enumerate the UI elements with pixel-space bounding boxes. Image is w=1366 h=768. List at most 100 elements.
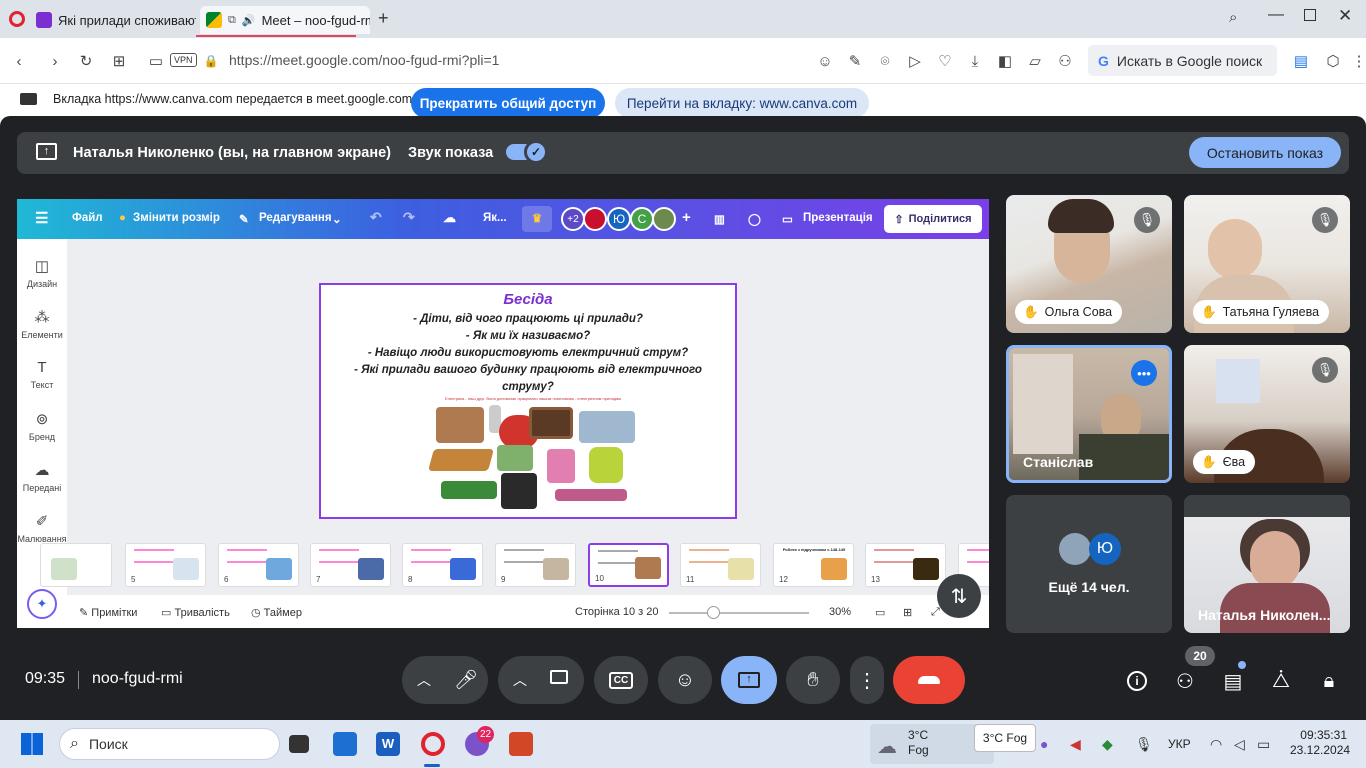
- tab-canva[interactable]: Які прилади споживають: [36, 6, 196, 34]
- chevron-up-icon[interactable]: ︿: [513, 670, 527, 690]
- download-icon[interactable]: ⤓: [964, 50, 986, 72]
- taskbar-search[interactable]: ⌕ Поиск: [59, 728, 280, 760]
- go-to-tab-button[interactable]: Перейти на вкладку: www.canva.com: [615, 88, 869, 118]
- raise-hand-button[interactable]: ✋︎: [786, 656, 840, 704]
- chevron-up-icon[interactable]: ︿: [417, 670, 431, 690]
- magic-button[interactable]: ✦: [27, 589, 57, 619]
- slide-thumbnail[interactable]: 8: [402, 543, 483, 587]
- avatar[interactable]: [652, 207, 676, 231]
- more-participants-tile[interactable]: Ю Ещё 14 чел.: [1006, 495, 1172, 633]
- task-view-icon[interactable]: [289, 735, 309, 753]
- profile-icon[interactable]: ⚇: [1054, 50, 1076, 72]
- avatar-plus-count[interactable]: +2: [561, 207, 585, 231]
- file-menu[interactable]: Файл: [72, 212, 103, 224]
- duration-button[interactable]: ▭ Тривалість: [161, 606, 230, 619]
- opera-logo-icon[interactable]: [9, 11, 25, 27]
- sidebar-icon[interactable]: ◧: [994, 50, 1016, 72]
- sidebar-item-elements[interactable]: ⁂ Елементи: [17, 308, 67, 340]
- pages-view-icon[interactable]: ▭: [875, 606, 885, 619]
- emoji-reactions-button[interactable]: ☺: [658, 656, 712, 704]
- participant-tile[interactable]: 🎙 ✋ Татьяна Гуляева: [1184, 195, 1350, 333]
- extensions-icon[interactable]: ▤: [1290, 50, 1312, 72]
- wallet-icon[interactable]: ▱: [1024, 50, 1046, 72]
- participant-tile[interactable]: 🎙 ✋ Єва: [1184, 345, 1350, 483]
- more-options-button[interactable]: ⋮: [850, 656, 884, 704]
- search-tabs-icon[interactable]: ⌕: [1229, 9, 1237, 26]
- slide-thumbnail[interactable]: 6: [218, 543, 299, 587]
- end-call-button[interactable]: [893, 656, 965, 704]
- stop-presenting-button[interactable]: Остановить показ: [1189, 137, 1341, 168]
- grid-view-icon[interactable]: ⊞: [903, 606, 912, 619]
- reload-icon[interactable]: ↻: [75, 50, 97, 72]
- sidebar-item-uploads[interactable]: ☁ Передані: [17, 461, 67, 493]
- new-tab-button[interactable]: +: [378, 8, 389, 29]
- google-search-box[interactable]: G Искать в Google поиск: [1088, 45, 1277, 76]
- insights-icon[interactable]: ▥: [714, 212, 725, 226]
- participant-tile[interactable]: 🎙 ✋ Ольга Сова: [1006, 195, 1172, 333]
- slide-thumbnail[interactable]: [40, 543, 112, 587]
- crown-button[interactable]: ♛: [522, 206, 552, 232]
- microphone-icon[interactable]: 🎤︎: [454, 668, 478, 692]
- slide-thumbnail[interactable]: 5: [125, 543, 206, 587]
- undo-icon[interactable]: ↶: [370, 209, 382, 226]
- activities-icon[interactable]: ⧊: [1265, 666, 1297, 696]
- host-controls-icon[interactable]: 🔒︎: [1313, 666, 1345, 696]
- redo-icon[interactable]: ↷: [403, 209, 415, 226]
- sidebar-item-draw[interactable]: ✐ Малювання: [17, 512, 67, 544]
- swap-layout-button[interactable]: ⇅: [937, 574, 981, 618]
- avatar-c[interactable]: С: [630, 207, 654, 231]
- edit-icon[interactable]: ✎: [844, 50, 866, 72]
- powerpoint-icon[interactable]: [509, 732, 533, 756]
- url-field[interactable]: https://meet.google.com/noo-fgud-rmi?pli…: [229, 52, 499, 68]
- sidebar-item-text[interactable]: T Текст: [17, 359, 67, 390]
- cube-icon[interactable]: ⬡: [1322, 50, 1344, 72]
- zoom-slider[interactable]: [669, 612, 809, 614]
- speed-dial-icon[interactable]: ⊞: [108, 50, 130, 72]
- minimize-button[interactable]: —: [1268, 6, 1284, 24]
- viber-tray-icon[interactable]: ●: [1040, 736, 1048, 752]
- fullscreen-icon[interactable]: ⤢: [931, 606, 940, 619]
- speaker-icon[interactable]: ◁: [1234, 736, 1245, 753]
- hamburger-icon[interactable]: ☰: [35, 209, 48, 227]
- emoji-icon[interactable]: ☺: [814, 50, 836, 72]
- volume-red-icon[interactable]: ◀: [1070, 736, 1081, 753]
- windows-start-icon[interactable]: [21, 733, 43, 755]
- video-camera-icon[interactable]: [550, 670, 568, 684]
- send-icon[interactable]: ▷: [904, 50, 926, 72]
- stop-sharing-button[interactable]: Прекратить общий доступ: [411, 88, 605, 118]
- zoom-level[interactable]: 30%: [829, 606, 851, 618]
- resize-menu[interactable]: Змінити розмір: [133, 212, 220, 224]
- heart-icon[interactable]: ♡: [934, 50, 956, 72]
- slide-thumbnail-selected[interactable]: 10: [588, 543, 669, 587]
- taskbar-clock[interactable]: 09:35:31 23.12.2024: [1290, 728, 1350, 758]
- snapshot-icon[interactable]: ⌾: [874, 50, 896, 72]
- sidebar-item-design[interactable]: ◫ Дизайн: [17, 257, 67, 289]
- avatar[interactable]: [583, 207, 607, 231]
- cloud-icon[interactable]: ☁: [443, 210, 456, 226]
- vpn-badge[interactable]: VPN: [170, 53, 197, 67]
- avatar-y[interactable]: Ю: [607, 207, 631, 231]
- captions-button[interactable]: CC: [594, 656, 648, 704]
- keyboard-language[interactable]: УКР: [1168, 737, 1191, 751]
- present-now-button[interactable]: ↑: [721, 656, 777, 704]
- comment-icon[interactable]: ◯: [748, 212, 761, 226]
- present-button[interactable]: Презентація: [803, 212, 873, 224]
- tab-meet[interactable]: ⧉ 🔊 Meet – noo-fgud-rmi: [200, 6, 370, 34]
- sidebar-item-brand[interactable]: ⊚ Бренд: [17, 410, 67, 442]
- store-icon[interactable]: [333, 732, 357, 756]
- word-icon[interactable]: W: [376, 732, 400, 756]
- menu-dots-icon[interactable]: ⋮: [1348, 50, 1366, 72]
- doc-title[interactable]: Як...: [483, 212, 507, 224]
- add-person-icon[interactable]: +: [682, 209, 691, 226]
- wifi-icon[interactable]: ◠: [1210, 736, 1222, 753]
- editing-menu[interactable]: Редагування: [259, 212, 332, 224]
- camera-icon[interactable]: ▭: [145, 50, 167, 72]
- forward-icon[interactable]: ›: [44, 50, 66, 72]
- canva-share-button[interactable]: ⇧ Поділитися: [884, 205, 982, 233]
- opera-icon[interactable]: [421, 732, 445, 756]
- security-icon[interactable]: ◆: [1102, 736, 1113, 753]
- people-icon[interactable]: ⚇: [1169, 666, 1201, 696]
- slide-thumbnail[interactable]: 7: [310, 543, 391, 587]
- share-sound-toggle[interactable]: ✓: [506, 140, 548, 164]
- slide[interactable]: Бесіда - Діти, від чого працюють ці прил…: [319, 283, 737, 519]
